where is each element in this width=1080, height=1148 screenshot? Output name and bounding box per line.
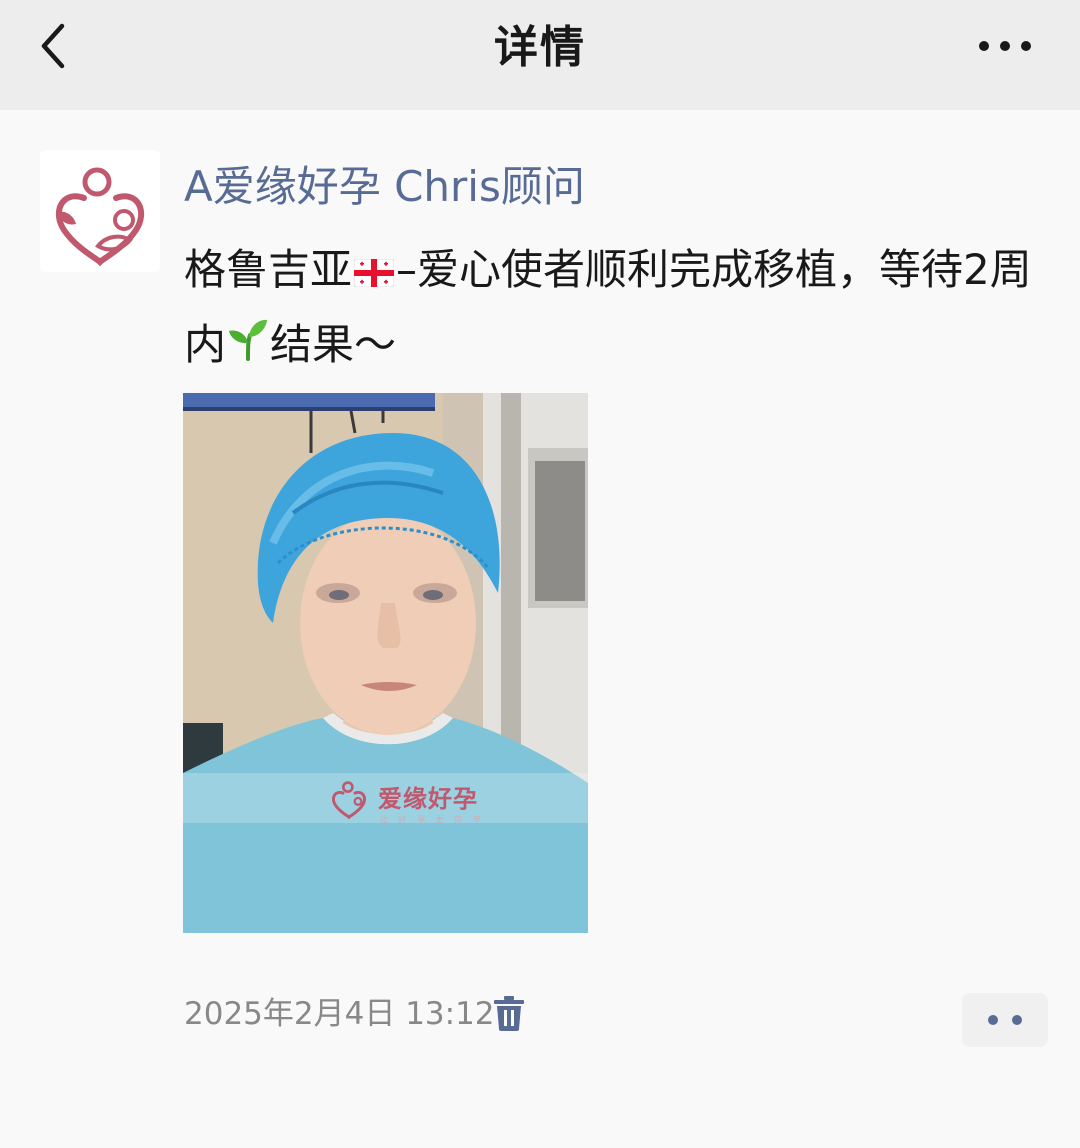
two-dots-icon	[988, 1015, 1022, 1025]
georgia-flag-icon	[353, 237, 395, 309]
more-horizontal-icon	[979, 41, 1031, 51]
photo-illustration	[183, 393, 588, 933]
post-text-part3: 结果～	[270, 319, 397, 369]
brand-logo-icon	[55, 167, 145, 267]
post-timestamp: 2025年2月4日 13:12	[184, 996, 495, 1032]
photo-watermark-text: 爱缘好孕	[378, 785, 478, 813]
post-photo[interactable]: 爱缘好孕 让 好 孕 更 简 单	[183, 393, 588, 933]
photo-watermark-subtext: 让 好 孕 更 简 单	[380, 815, 485, 824]
avatar[interactable]	[40, 150, 160, 272]
author-name-link[interactable]: A爱缘好孕 Chris顾问	[184, 160, 585, 214]
seedling-icon	[228, 311, 268, 383]
post-text: 格鲁吉亚 –爱心使者顺利完成移植，等待2周内 结果～	[184, 234, 1034, 383]
nav-bar: 详情	[0, 0, 1080, 110]
watermark-logo-icon	[332, 781, 366, 820]
post-text-part1: 格鲁吉亚	[184, 245, 353, 294]
page-title: 详情	[494, 22, 586, 73]
more-options-button[interactable]	[970, 28, 1040, 64]
moments-detail-page: 详情 A爱缘好孕 Chris顾问 格鲁吉亚 –爱心使者顺利完成移植，等待2周内 …	[0, 0, 1080, 1148]
trash-icon	[494, 996, 524, 1031]
comment-like-button[interactable]	[962, 993, 1048, 1047]
delete-button[interactable]	[492, 994, 526, 1032]
